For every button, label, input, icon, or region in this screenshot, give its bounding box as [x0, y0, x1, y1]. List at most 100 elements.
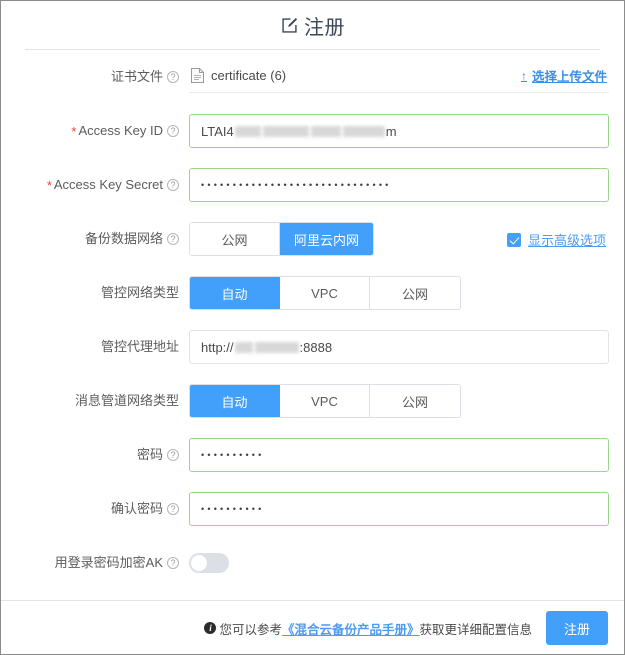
- label-message-channel-network-type: 消息管道网络类型: [17, 384, 189, 418]
- control-proxy-address-control: http:// :8888: [189, 330, 609, 364]
- label-encrypt-ak-text: 用登录密码加密AK: [54, 555, 163, 570]
- label-access-key-id: * Access Key ID?: [17, 114, 189, 148]
- dialog-footer: i 您可以参考 《混合云备份产品手册》 获取更详细配置信息 注册: [1, 600, 624, 655]
- encrypt-ak-toggle[interactable]: [189, 553, 229, 573]
- redacted-block: [342, 125, 385, 137]
- access-key-id-control: LTAI4 m: [189, 114, 609, 148]
- info-icon: i: [204, 622, 217, 634]
- label-backup-network-text: 备份数据网络: [84, 231, 163, 246]
- form-row-control-network-type: 管控网络类型 自动 VPC 公网: [17, 276, 608, 312]
- masked-value: ••••••••••: [201, 503, 265, 514]
- label-control-proxy-address: 管控代理地址: [17, 330, 189, 364]
- proxy-address-prefix: http://: [201, 339, 234, 355]
- access-key-id-suffix: m: [385, 123, 397, 139]
- control-network-option-auto[interactable]: 自动: [190, 277, 280, 309]
- control-network-type-segmented: 自动 VPC 公网: [189, 276, 461, 310]
- label-encrypt-ak: 用登录密码加密AK?: [17, 546, 189, 580]
- redacted-block: [262, 125, 309, 137]
- form-row-backup-network: 备份数据网络? 公网 阿里云内网 显示高级选项: [17, 222, 608, 258]
- label-certificate: 证书文件?: [17, 60, 189, 94]
- redacted-block: [310, 125, 341, 137]
- footer-note: i 您可以参考 《混合云备份产品手册》 获取更详细配置信息: [204, 619, 532, 638]
- form-row-access-key-secret: * Access Key Secret? ••••••••••••••••••••…: [17, 168, 609, 204]
- control-network-option-vpc[interactable]: VPC: [280, 277, 370, 309]
- label-message-channel-network-type-text: 消息管道网络类型: [74, 393, 179, 408]
- register-form: 证书文件? certificate (6) ↑ 选择上传文件 * Access …: [1, 50, 624, 600]
- label-control-network-type: 管控网络类型: [17, 276, 189, 310]
- backup-network-option-aliyun-intranet[interactable]: 阿里云内网: [280, 223, 374, 255]
- question-circle-icon[interactable]: ?: [167, 449, 179, 461]
- label-password-text: 密码: [136, 447, 163, 462]
- footer-note-after: 获取更详细配置信息: [419, 622, 532, 637]
- message-channel-segmented: 自动 VPC 公网: [189, 384, 461, 418]
- select-upload-file-link[interactable]: ↑ 选择上传文件: [521, 66, 607, 85]
- toggle-knob: [191, 555, 207, 571]
- certificate-file-line: certificate (6) ↑ 选择上传文件: [189, 66, 609, 93]
- question-circle-icon[interactable]: ?: [167, 125, 179, 137]
- backup-network-option-public[interactable]: 公网: [190, 223, 280, 255]
- confirm-password-input[interactable]: ••••••••••: [189, 492, 609, 526]
- register-dialog: 注册 证书文件? certificate (6) ↑ 选择上传文件 * Acce…: [0, 0, 625, 655]
- show-advanced-options-label: 显示高级选项: [527, 233, 606, 248]
- form-row-confirm-password: 确认密码? ••••••••••: [17, 492, 609, 528]
- control-proxy-address-input[interactable]: http:// :8888: [189, 330, 609, 364]
- form-row-certificate: 证书文件? certificate (6) ↑ 选择上传文件: [17, 60, 609, 96]
- certificate-file-name: certificate (6): [211, 68, 287, 83]
- password-input[interactable]: ••••••••••: [189, 438, 609, 472]
- dialog-title-text: 注册: [304, 16, 345, 39]
- redacted-block: [234, 125, 261, 137]
- control-network-type-control: 自动 VPC 公网: [189, 276, 608, 310]
- redacted-block: [234, 341, 253, 353]
- masked-value: ••••••••••: [201, 449, 265, 460]
- file-icon: [191, 68, 204, 83]
- label-confirm-password-text: 确认密码: [110, 501, 163, 516]
- question-circle-icon[interactable]: ?: [167, 179, 179, 191]
- question-circle-icon[interactable]: ?: [167, 233, 179, 245]
- register-submit-button[interactable]: 注册: [546, 611, 608, 645]
- edit-square-icon: [280, 16, 299, 35]
- control-network-option-public[interactable]: 公网: [370, 277, 460, 309]
- label-confirm-password: 确认密码?: [17, 492, 189, 526]
- password-control: ••••••••••: [189, 438, 609, 472]
- footer-note-before: 您可以参考: [219, 622, 282, 637]
- label-access-key-id-text: Access Key ID: [78, 123, 163, 138]
- page-title: 注册: [280, 11, 345, 40]
- redacted-block: [254, 341, 299, 353]
- proxy-address-suffix: :8888: [299, 339, 333, 355]
- label-backup-network: 备份数据网络?: [17, 222, 189, 256]
- confirm-password-control: ••••••••••: [189, 492, 609, 526]
- form-row-access-key-id: * Access Key ID? LTAI4 m: [17, 114, 609, 150]
- form-row-message-channel-network-type: 消息管道网络类型 自动 VPC 公网: [17, 384, 608, 420]
- required-asterisk: *: [71, 124, 77, 139]
- upload-link-label: 选择上传文件: [531, 70, 607, 84]
- form-row-password: 密码? ••••••••••: [17, 438, 609, 474]
- label-certificate-text: 证书文件: [110, 69, 163, 84]
- message-channel-option-auto[interactable]: 自动: [190, 385, 280, 417]
- encrypt-ak-control: [189, 546, 608, 573]
- label-access-key-secret: * Access Key Secret?: [17, 168, 189, 202]
- question-circle-icon[interactable]: ?: [167, 503, 179, 515]
- masked-value: ••••••••••••••••••••••••••••••: [201, 179, 392, 190]
- label-control-network-type-text: 管控网络类型: [100, 285, 179, 300]
- certificate-file-info: certificate (6): [191, 68, 286, 83]
- product-manual-link[interactable]: 《混合云备份产品手册》: [282, 619, 420, 638]
- question-circle-icon[interactable]: ?: [167, 71, 179, 83]
- label-access-key-secret-text: Access Key Secret: [53, 177, 163, 192]
- access-key-id-input[interactable]: LTAI4 m: [189, 114, 609, 148]
- message-channel-option-public[interactable]: 公网: [370, 385, 460, 417]
- access-key-secret-input[interactable]: ••••••••••••••••••••••••••••••: [189, 168, 609, 202]
- upload-arrow-icon: ↑: [520, 68, 527, 83]
- label-password: 密码?: [17, 438, 189, 472]
- label-control-proxy-address-text: 管控代理地址: [100, 339, 179, 354]
- show-advanced-options-checkbox[interactable]: 显示高级选项: [506, 230, 606, 249]
- message-channel-network-type-control: 自动 VPC 公网: [189, 384, 608, 418]
- checkbox-checked-icon[interactable]: [506, 232, 521, 247]
- access-key-secret-control: ••••••••••••••••••••••••••••••: [189, 168, 609, 202]
- form-row-encrypt-ak: 用登录密码加密AK?: [17, 546, 608, 582]
- question-circle-icon[interactable]: ?: [167, 557, 179, 569]
- form-row-control-proxy-address: 管控代理地址 http:// :8888: [17, 330, 609, 366]
- message-channel-option-vpc[interactable]: VPC: [280, 385, 370, 417]
- dialog-header: 注册: [1, 1, 624, 49]
- certificate-control: certificate (6) ↑ 选择上传文件: [189, 60, 609, 93]
- backup-network-segmented: 公网 阿里云内网: [189, 222, 375, 256]
